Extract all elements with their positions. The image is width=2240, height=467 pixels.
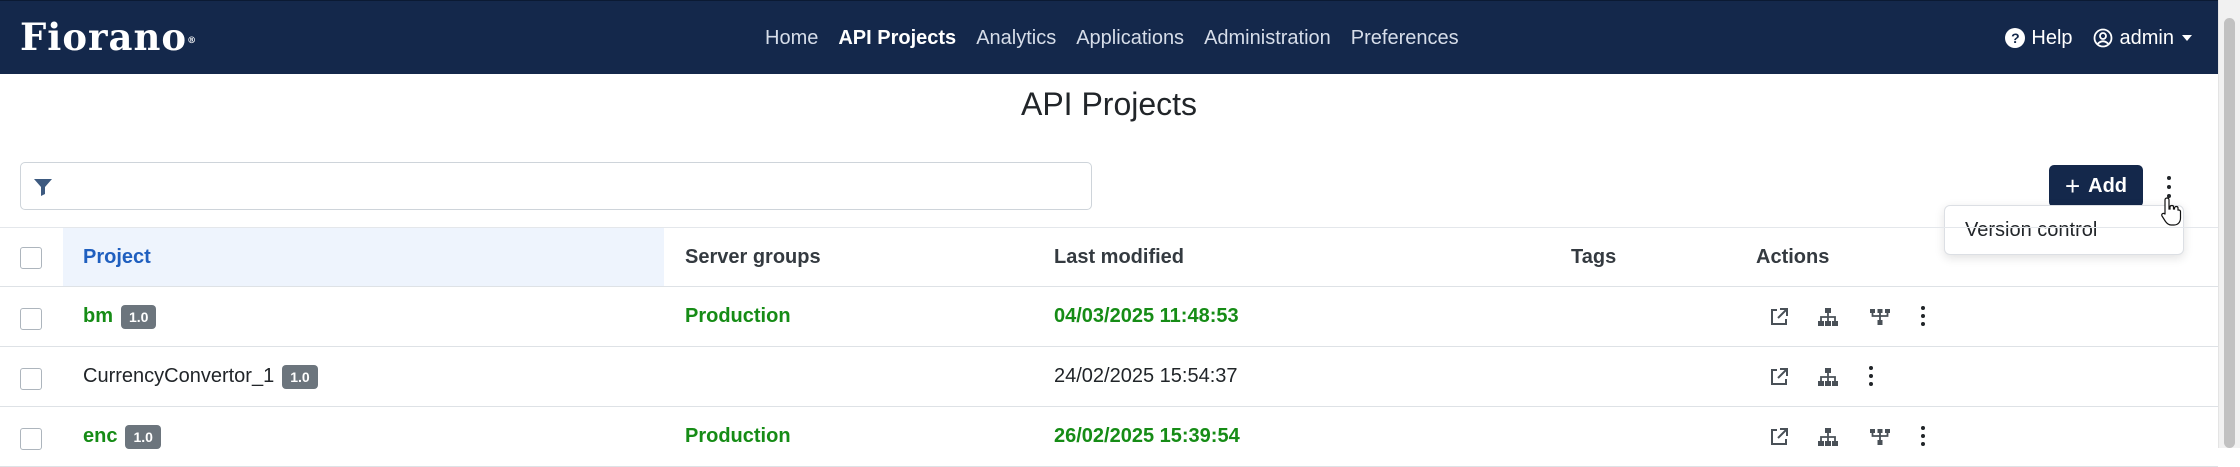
filter-input[interactable] [20, 162, 1092, 210]
add-label: Add [2088, 174, 2128, 197]
row-more-options-icon[interactable] [1913, 306, 1933, 326]
table-row: bm 1.0 Production 04/03/2025 11:48:53 [0, 287, 2218, 347]
top-navbar: Fiorano® Home API Projects Analytics App… [0, 0, 2218, 74]
nav-api-projects[interactable]: API Projects [838, 27, 956, 50]
help-link[interactable]: ? Help [2005, 26, 2073, 50]
hand-cursor-icon [2161, 197, 2182, 226]
deploy-tree-icon[interactable] [1869, 426, 1891, 448]
more-options-icon[interactable] [2159, 176, 2179, 198]
help-icon: ? [2005, 28, 2026, 48]
fiorano-logo[interactable]: Fiorano® [20, 17, 197, 57]
table-header-row: Project Server groups Last modified Tags… [0, 227, 2218, 287]
table-row: CurrencyConvertor_1 1.0 24/02/2025 15:54… [0, 347, 2218, 407]
column-header-project[interactable]: Project [63, 228, 664, 286]
row-checkbox[interactable] [20, 428, 42, 450]
last-modified: 24/02/2025 15:54:37 [1054, 365, 1238, 387]
column-header-actions: Actions [1756, 245, 1830, 268]
nav-preferences[interactable]: Preferences [1351, 27, 1459, 50]
logo-trademark: ® [187, 36, 198, 46]
column-header-last-modified[interactable]: Last modified [1054, 228, 1184, 286]
row-checkbox[interactable] [20, 368, 42, 390]
server-group: Production [685, 425, 791, 447]
user-label: admin [2119, 26, 2174, 49]
version-badge: 1.0 [125, 424, 161, 449]
column-header-server-groups[interactable]: Server groups [685, 228, 821, 286]
help-label: Help [2031, 26, 2073, 49]
page-title: API Projects [1020, 86, 1198, 122]
page-scrollbar[interactable] [2218, 0, 2240, 448]
nav-right: ? Help admin [1985, 1, 2192, 75]
column-header-tags[interactable]: Tags [1571, 228, 1616, 286]
nav-analytics[interactable]: Analytics [976, 27, 1056, 50]
nav-home[interactable]: Home [765, 27, 818, 50]
deploy-tree-icon[interactable] [1869, 306, 1891, 328]
open-external-icon[interactable] [1768, 366, 1790, 388]
plus-icon: + [2064, 171, 2081, 201]
scrollbar-thumb[interactable] [2224, 18, 2235, 448]
hierarchy-icon[interactable] [1817, 366, 1839, 388]
logo-text: Fiorano [20, 15, 188, 59]
open-external-icon[interactable] [1768, 306, 1790, 328]
user-circle-icon [2093, 28, 2112, 48]
filter-icon [34, 179, 52, 196]
chevron-down-icon [2182, 35, 2192, 41]
row-more-options-icon[interactable] [1861, 366, 1881, 386]
project-name-link[interactable]: CurrencyConvertor_1 [83, 365, 274, 388]
row-more-options-icon[interactable] [1913, 426, 1933, 446]
last-modified: 26/02/2025 15:39:54 [1054, 425, 1240, 447]
user-menu[interactable]: admin [2093, 27, 2192, 50]
nav-administration[interactable]: Administration [1204, 27, 1331, 50]
row-checkbox[interactable] [20, 308, 42, 330]
select-all-checkbox[interactable] [20, 247, 42, 269]
main-nav: Home API Projects Analytics Applications… [765, 1, 1479, 75]
add-button[interactable]: + Add [2049, 165, 2143, 207]
version-badge: 1.0 [121, 304, 157, 329]
hierarchy-icon[interactable] [1817, 306, 1839, 328]
open-external-icon[interactable] [1768, 426, 1790, 448]
project-name-link[interactable]: enc [83, 425, 117, 448]
table-row: enc 1.0 Production 26/02/2025 15:39:54 [0, 407, 2218, 467]
last-modified: 04/03/2025 11:48:53 [1054, 305, 1239, 327]
nav-applications[interactable]: Applications [1076, 27, 1184, 50]
project-name-link[interactable]: bm [83, 305, 113, 328]
hierarchy-icon[interactable] [1817, 426, 1839, 448]
server-group: Production [685, 305, 791, 327]
version-badge: 1.0 [282, 364, 318, 389]
